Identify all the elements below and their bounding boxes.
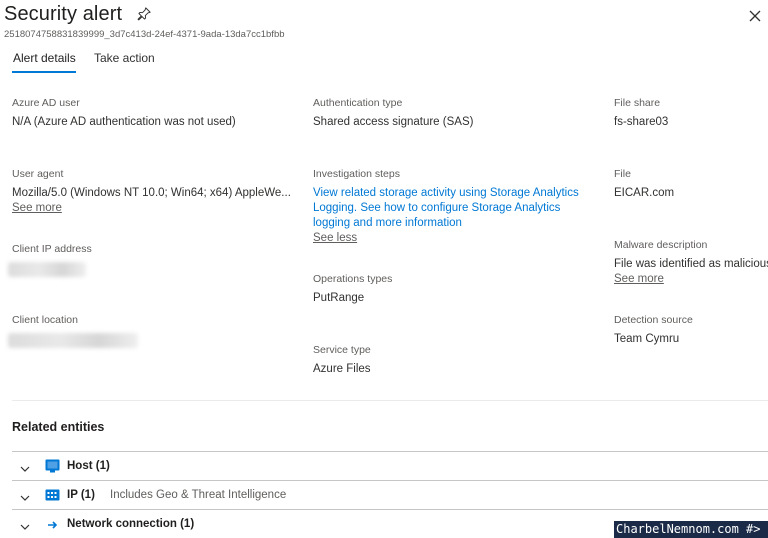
related-entities-title: Related entities bbox=[12, 420, 105, 434]
detection-source-value: Team Cymru bbox=[614, 333, 680, 345]
arrow-right-icon bbox=[48, 521, 58, 529]
authentication-type-label: Authentication type bbox=[313, 97, 403, 109]
chevron-down-icon[interactable] bbox=[19, 463, 31, 475]
tab-take-action[interactable]: Take action bbox=[94, 51, 155, 65]
ip-entity-label: IP (1) bbox=[67, 489, 95, 501]
detection-source-label: Detection source bbox=[614, 314, 693, 326]
network-connection-entity-label: Network connection (1) bbox=[67, 518, 195, 530]
active-tab-indicator bbox=[12, 71, 76, 73]
close-icon[interactable] bbox=[748, 9, 762, 23]
client-location-redacted bbox=[8, 333, 138, 348]
chevron-down-icon[interactable] bbox=[19, 492, 31, 504]
service-type-label: Service type bbox=[313, 344, 371, 356]
operations-types-value: PutRange bbox=[313, 292, 365, 304]
file-share-label: File share bbox=[614, 97, 661, 109]
malware-description-value: File was identified as malicious, bbox=[614, 258, 768, 270]
authentication-type-value: Shared access signature (SAS) bbox=[313, 116, 474, 128]
investigation-steps-link-line-1[interactable]: View related storage activity using Stor… bbox=[313, 187, 579, 199]
alert-id: 2518074758831839999_3d7c413d-24ef-4371-9… bbox=[4, 29, 285, 40]
section-divider bbox=[12, 400, 768, 401]
ip-entity-description: Includes Geo & Threat Intelligence bbox=[110, 489, 287, 501]
client-ip-redacted bbox=[8, 262, 86, 277]
malware-description-label: Malware description bbox=[614, 239, 708, 251]
azure-ad-user-value: N/A (Azure AD authentication was not use… bbox=[12, 116, 236, 128]
investigation-steps-see-less-link[interactable]: See less bbox=[313, 232, 357, 244]
panel-title: Security alert bbox=[4, 3, 123, 25]
investigation-steps-link-line-3[interactable]: logging and more information bbox=[313, 217, 462, 229]
pin-icon[interactable] bbox=[137, 7, 151, 21]
row-divider bbox=[12, 451, 768, 452]
file-share-value: fs-share03 bbox=[614, 116, 669, 128]
investigation-steps-link-line-2[interactable]: Logging. See how to configure Storage An… bbox=[313, 202, 560, 214]
azure-ad-user-label: Azure AD user bbox=[12, 97, 80, 109]
host-icon bbox=[45, 459, 60, 473]
row-divider bbox=[12, 509, 768, 510]
operations-types-label: Operations types bbox=[313, 273, 393, 285]
user-agent-see-more-link[interactable]: See more bbox=[12, 202, 62, 214]
service-type-value: Azure Files bbox=[313, 363, 371, 375]
chevron-down-icon[interactable] bbox=[19, 521, 31, 533]
file-label: File bbox=[614, 168, 631, 180]
client-ip-label: Client IP address bbox=[12, 243, 92, 255]
host-entity-label: Host (1) bbox=[67, 460, 110, 472]
ip-icon bbox=[45, 489, 60, 501]
client-location-label: Client location bbox=[12, 314, 78, 326]
user-agent-label: User agent bbox=[12, 168, 64, 180]
user-agent-value: Mozilla/5.0 (Windows NT 10.0; Win64; x64… bbox=[12, 187, 291, 199]
tab-alert-details[interactable]: Alert details bbox=[13, 51, 76, 65]
malware-description-see-more-link[interactable]: See more bbox=[614, 273, 664, 285]
investigation-steps-label: Investigation steps bbox=[313, 168, 400, 180]
file-value: EICAR.com bbox=[614, 187, 675, 199]
watermark: CharbelNemnom.com #> bbox=[614, 521, 768, 538]
row-divider bbox=[12, 480, 768, 481]
